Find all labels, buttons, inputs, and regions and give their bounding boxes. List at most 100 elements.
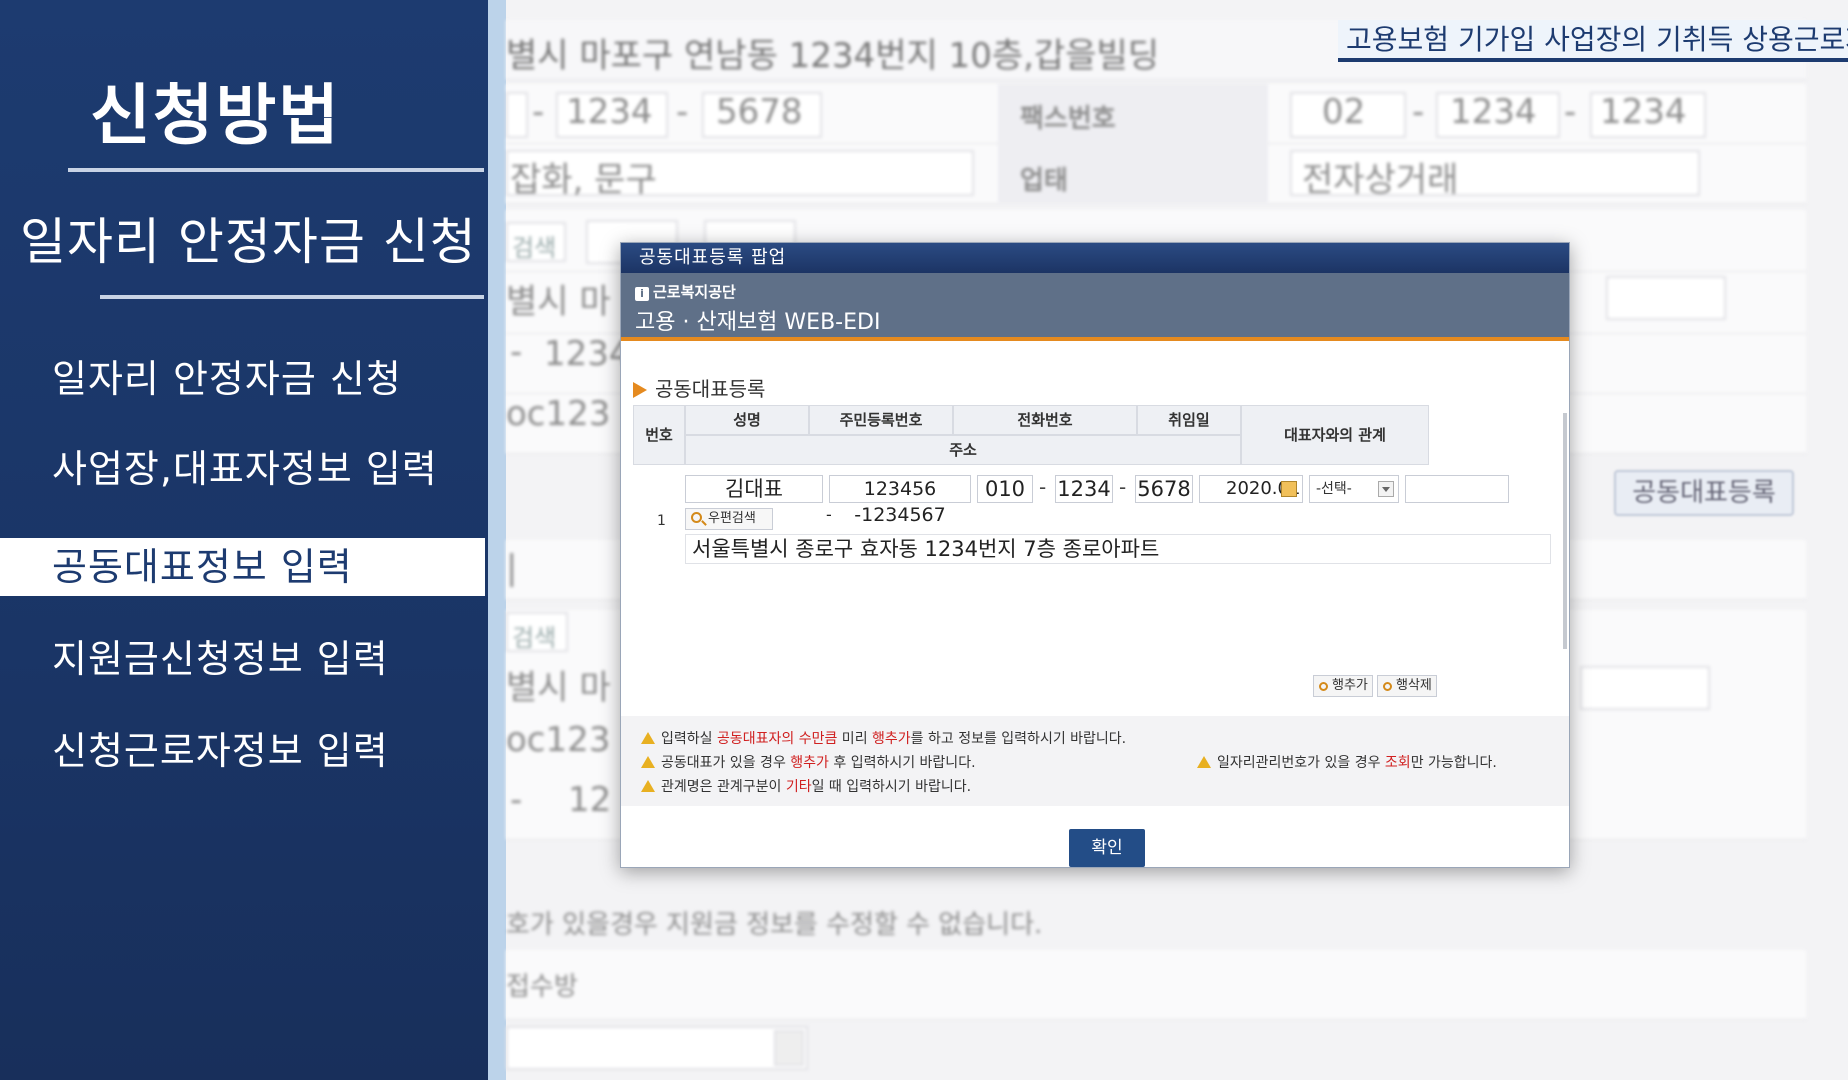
fax-2: 1234 — [1450, 92, 1537, 132]
delete-row-button[interactable]: 행삭제 — [1377, 675, 1437, 697]
calendar-icon[interactable] — [1281, 481, 1297, 497]
header-relation: 대표자와의 관계 — [1241, 405, 1429, 465]
plus-icon — [1319, 682, 1328, 691]
arrow-right-icon — [633, 382, 647, 398]
add-row-label: 행추가 — [1332, 678, 1368, 693]
notice-area: 입력하실 공동대표자의 수만큼 미리 행추가를 하고 정보를 입력하시기 바랍니… — [621, 716, 1569, 806]
form-row — [506, 950, 1806, 1020]
field — [1606, 276, 1726, 320]
fax-1: 02 — [1322, 92, 1366, 132]
search-label: 검색 — [512, 624, 557, 652]
step-item-2: 사업장,대표자정보 입력 — [52, 447, 438, 491]
minus-icon — [1383, 682, 1392, 691]
rrn-input[interactable]: 123456 -1234567 — [829, 475, 971, 526]
confirm-button[interactable]: 확인 — [1069, 829, 1145, 867]
notice-text: 호가 있을경우 지원금 정보를 수정할 수 없습니다. — [506, 910, 1043, 940]
notice-text: 입력하실 — [661, 731, 717, 747]
dash: - — [676, 92, 689, 132]
dash: - — [1119, 475, 1127, 499]
system-name: 고용 · 산재보험 WEB-EDI — [635, 310, 881, 335]
notice-1: 입력하실 공동대표자의 수만큼 미리 행추가를 하고 정보를 입력하시기 바랍니… — [641, 728, 1126, 748]
dash: - — [510, 780, 523, 820]
relation-select-value: -선택- — [1316, 481, 1352, 497]
phone-input-3[interactable]: 5678 — [1135, 475, 1193, 503]
step-item-1: 일자리 안정자금 신청 — [52, 357, 402, 401]
header-phone: 전화번호 — [953, 405, 1137, 435]
phone-last: 5678 — [716, 92, 803, 132]
zip-search-button[interactable]: 우편검색 — [685, 508, 773, 530]
delete-row-label: 행삭제 — [1396, 678, 1432, 693]
step-item-3-active: 공동대표정보 입력 — [0, 538, 485, 596]
relation-name-input[interactable] — [1405, 475, 1509, 503]
id-1: oc123 — [506, 394, 611, 434]
address-field: 별시 마포구 연남동 1234번지 10층,갑을빌딩 — [506, 36, 1160, 76]
notice-2: 공동대표가 있을 경우 행추가 후 입력하시기 바랍니다. — [641, 752, 976, 772]
warning-icon — [641, 756, 655, 768]
chevron-down-icon — [774, 1030, 804, 1066]
left-panel: 신청방법 일자리 안정자금 신청 일자리 안정자금 신청 사업장,대표자정보 입… — [0, 0, 488, 1080]
header-no: 번호 — [633, 405, 685, 465]
dash: - — [510, 332, 523, 372]
phone-input-1[interactable]: 010 — [977, 475, 1033, 503]
add-row-button[interactable]: 행추가 — [1313, 675, 1373, 697]
popup-header: i 근로복지공단 고용 · 산재보험 WEB-EDI — [621, 273, 1569, 341]
top-banner: 고용보험 기가입 사업장의 기취득 상용근로자 — [1338, 20, 1848, 62]
phone-field — [506, 92, 528, 138]
header-name: 성명 — [685, 405, 809, 435]
notice-text: 공동대표가 있을 경우 — [661, 755, 791, 771]
header-address: 주소 — [685, 435, 1241, 465]
notice-highlight: 기타 — [785, 779, 812, 795]
panel-edge — [488, 0, 506, 1080]
receipt-label: 접수방 — [506, 972, 578, 1002]
notice-text: 일 때 입력하시기 바랍니다. — [811, 779, 972, 795]
scrollbar[interactable] — [1563, 413, 1567, 649]
fax-label: 팩스번호 — [1020, 104, 1116, 134]
warning-icon — [641, 780, 655, 792]
fax-3: 1234 — [1600, 92, 1687, 132]
phone-2: 1234 — [544, 334, 631, 374]
relation-select[interactable]: -선택- — [1309, 475, 1399, 503]
search-icon — [691, 512, 702, 523]
joint-representative-register-button[interactable]: 공동대표등록 — [1614, 470, 1794, 516]
notice-text: 를 하고 정보를 입력하시기 바랍니다. — [910, 731, 1127, 747]
dash: - — [1564, 92, 1577, 132]
phone-3: 12 — [568, 780, 612, 820]
dash: - — [1412, 92, 1425, 132]
divider — [100, 295, 484, 299]
org-name: i 근로복지공단 — [635, 273, 1569, 302]
search-label: 검색 — [512, 234, 557, 262]
address-input[interactable]: 서울특별시 종로구 효자동 1234번지 7층 종로아파트 — [685, 534, 1551, 564]
notice-highlight: 행추가 — [872, 731, 911, 747]
section-title-text: 공동대표등록 — [655, 377, 766, 401]
panel-subtitle: 일자리 안정자금 신청 — [20, 213, 477, 271]
dash: - — [826, 505, 832, 524]
name-input[interactable]: 김대표 — [685, 475, 823, 503]
item-value: 잡화, 문구 — [510, 160, 657, 200]
header-rrn: 주민등록번호 — [809, 405, 953, 435]
bar: | — [506, 548, 518, 588]
notice-text: 일자리관리번호가 있을 경우 — [1217, 755, 1385, 771]
notice-highlight: 공동대표자의 수만큼 — [716, 731, 838, 747]
org-logo-icon: i — [635, 287, 649, 301]
popup-titlebar[interactable]: 공동대표등록 팝업 — [621, 243, 1569, 273]
notice-highlight: 조회 — [1384, 755, 1411, 771]
id-2: oc123 — [506, 720, 611, 760]
notice-text: 관계명은 관계구분이 — [661, 779, 786, 795]
address-2: 별시 마 — [506, 282, 611, 322]
notice-text: 후 입력하시기 바랍니다. — [828, 755, 976, 771]
joint-representative-popup: 공동대표등록 팝업 i 근로복지공단 고용 · 산재보험 WEB-EDI 공동대표… — [620, 242, 1570, 868]
warning-icon — [641, 732, 655, 744]
receipt-select — [506, 1026, 808, 1070]
section-title: 공동대표등록 — [633, 373, 765, 402]
phone-input-2[interactable]: 1234 — [1055, 475, 1113, 503]
chevron-down-icon — [1378, 481, 1394, 497]
header-hire-date: 취임일 — [1137, 405, 1241, 435]
biz-value: 전자상거래 — [1302, 160, 1459, 200]
step-item-4: 지원금신청정보 입력 — [52, 637, 389, 681]
divider — [68, 168, 484, 172]
warning-icon — [1197, 756, 1211, 768]
address-3: 별시 마 — [506, 668, 611, 708]
phone-mid: 1234 — [566, 92, 653, 132]
org-label: 근로복지공단 — [653, 283, 736, 301]
field — [1580, 666, 1710, 710]
